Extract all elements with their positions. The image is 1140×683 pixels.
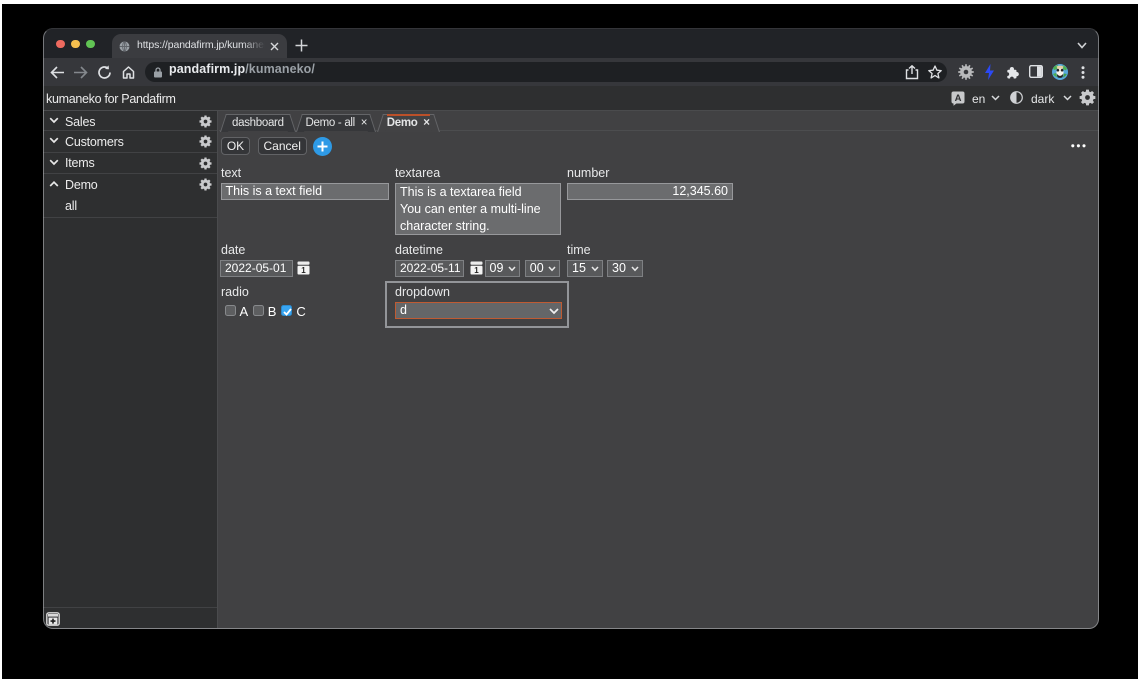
svg-text:A: A xyxy=(955,93,962,104)
svg-text:1: 1 xyxy=(474,266,479,275)
svg-text:1: 1 xyxy=(301,266,306,275)
